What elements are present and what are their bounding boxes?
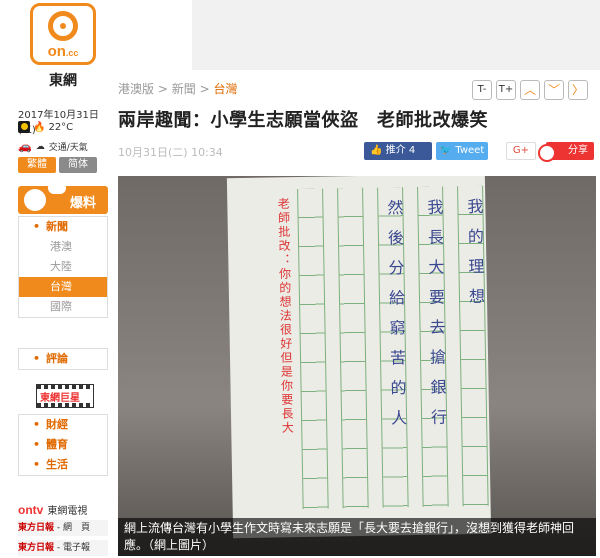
brand-name: 東網 [49,73,77,89]
handwriting-line-2: 然後分給窮苦的人 [384,199,408,440]
article-timestamp: 10月31日(二) 10:34 [118,146,223,159]
temperature: 22°C [48,121,74,133]
next-article-button[interactable]: ﹀ [544,80,564,100]
language-switch: 繁體 简体 [18,157,97,173]
article-toolbar: T- T+ ︿ ﹀ 〉 [472,80,588,100]
baoliao-button[interactable]: 爆料 [18,182,108,214]
grid-column [337,187,369,509]
share-bar: 👍 推介 4 🐦 Tweet G+ 分享 [364,142,594,162]
tweet-button[interactable]: 🐦 Tweet [436,142,488,160]
car-icon: 🚗 [18,140,32,153]
traffic-label: 交通/天氣 [48,143,88,153]
nav-sports[interactable]: 體育 [19,435,107,455]
top-banner [112,0,600,70]
comment-nav: 評論 [18,348,108,370]
nav-comment[interactable]: 評論 [19,349,107,369]
crumb-separator: > [199,82,210,96]
speech-bubble-icon [48,182,66,194]
forward-button[interactable]: 〉 [568,80,588,100]
font-larger-button[interactable]: T+ [496,80,516,100]
google-plus-button[interactable]: G+ [506,142,536,160]
nav-news[interactable]: 新聞 [19,217,107,237]
article-photo[interactable]: 我的理想 我長大要去搶銀行 然後分給窮苦的人 老師批改：你的想法很好但是你要長大… [118,176,596,556]
section-nav: 新聞 港澳 大陸 台灣 國際 [18,216,108,318]
traffic-weather-link[interactable]: 🚗 ☁ 交通/天氣 [18,140,88,153]
star-label: 東網巨星 [40,393,80,404]
crumb-separator: > [157,82,168,96]
nav-hongkong-macau[interactable]: 港澳 [19,237,107,257]
breadcrumb: 港澳版 > 新聞 > 台灣 [118,80,237,97]
cloud-icon: ☁ [35,141,45,152]
baoliao-label: 爆料 [70,196,97,211]
nav-mainland[interactable]: 大陸 [19,257,107,277]
ontv-logo: ontv [18,502,44,517]
nav-finance[interactable]: 財經 [19,415,107,435]
facebook-like-button[interactable]: 👍 推介 4 [364,142,432,160]
star-section-button[interactable]: 東網巨星 [36,384,94,408]
weather-info: 🔥 22°C [18,121,73,133]
composition-paper: 我的理想 我長大要去搶銀行 然後分給窮苦的人 老師批改：你的想法很好但是你要長大 [226,176,492,539]
prev-article-button[interactable]: ︿ [520,80,540,100]
nav-lifestyle[interactable]: 生活 [19,455,107,475]
site-logo[interactable]: on.cc [30,3,96,65]
temperature-icon: 🔥 [33,121,46,133]
lang-simplified-button[interactable]: 简体 [59,157,97,173]
lang-traditional-button[interactable]: 繁體 [18,157,56,173]
ontv-link[interactable]: ontv 東網電視 [18,502,88,518]
teacher-comment: 老師批改：你的想法很好但是你要長大 [276,197,295,436]
page-title: 兩岸趣聞：小學生志願當俠盜 老師批改爆笑 [118,110,488,131]
nav-international[interactable]: 國際 [19,297,107,317]
weibo-share-button[interactable]: 分享 [538,142,594,162]
more-nav: 財經 體育 生活 [18,414,108,476]
crumb-section[interactable]: 新聞 [172,82,196,96]
promo-oriental-epaper[interactable]: 東方日報 - 電子報 [18,540,108,556]
photo-caption: 網上流傳台灣有小學生作文時寫未來志願是「長大要去搶銀行」，沒想到獲得老師神回應。… [118,518,596,556]
reporter-icon [24,189,46,211]
grid-column [297,188,329,510]
handwriting-line-1: 我長大要去搶銀行 [424,198,448,439]
ontv-label: 東網電視 [47,506,88,517]
left-sidebar: on.cc 東網 2017年10月31日 (二) 🔥 22°C 🚗 ☁ 交通/天… [0,0,112,558]
logo-ring-icon [48,11,78,41]
crumb-current[interactable]: 台灣 [213,82,237,96]
font-smaller-button[interactable]: T- [472,80,492,100]
nav-taiwan[interactable]: 台灣 [19,277,107,297]
logo-text: on.cc [47,43,79,60]
promo-oriental-web[interactable]: 東方日報 - 網 頁 [18,520,108,536]
crumb-edition[interactable]: 港澳版 [118,82,154,96]
handwriting-title: 我的理想 [464,197,486,319]
moon-icon [18,121,30,133]
